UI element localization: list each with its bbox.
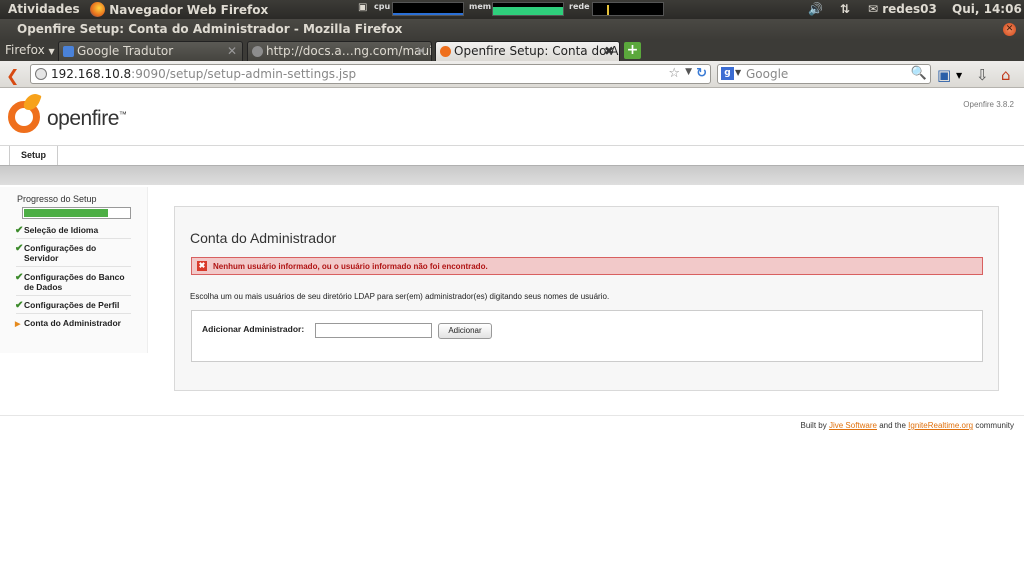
cpu-graph <box>392 2 464 16</box>
new-tab-button[interactable]: + <box>624 42 641 59</box>
volume-icon[interactable]: 🔊 <box>808 2 823 16</box>
bookmark-star-icon[interactable]: ☆ <box>668 66 680 81</box>
checkmark-icon: ✔ <box>15 272 24 283</box>
clock[interactable]: Qui, 14:06 <box>952 2 1022 16</box>
back-arrow-icon[interactable]: ❮ <box>6 66 19 85</box>
tab-label: Openfire Setup: Conta do A… <box>454 44 620 58</box>
cpu-label: cpu <box>374 2 391 11</box>
setup-progress-bar <box>22 207 131 219</box>
downloads-icon[interactable]: ⇩ <box>976 66 989 84</box>
tab-google-tradutor[interactable]: Google Tradutor ✕ <box>58 41 243 61</box>
bookmarks-icon[interactable]: ▣ <box>937 66 951 84</box>
chevron-down-icon[interactable]: ▼ <box>735 68 741 77</box>
activities-button[interactable]: Atividades <box>8 2 80 16</box>
user-menu[interactable]: ✉ redes03 <box>868 2 937 16</box>
firefox-menu-button[interactable]: Firefox ▼ <box>5 43 55 57</box>
mem-label: mem <box>469 2 492 11</box>
tab-label: Google Tradutor <box>77 44 174 58</box>
step-profile: ✔ Configurações de Perfil <box>15 300 131 314</box>
monitor-icon: ▣ <box>358 2 368 13</box>
reload-icon[interactable]: ↻ <box>696 66 707 81</box>
add-button[interactable]: Adicionar <box>438 323 492 339</box>
url-path: :9090/setup/setup-admin-settings.jsp <box>131 67 357 81</box>
close-tab-icon[interactable]: ✕ <box>416 44 426 58</box>
error-icon: ✖ <box>197 261 207 271</box>
admin-account-panel: Conta do Administrador ✖ Nenhum usuário … <box>174 206 999 391</box>
page-icon <box>252 46 263 57</box>
checkmark-icon: ✔ <box>15 300 24 311</box>
subnav-band <box>0 165 1024 185</box>
add-admin-form: Adicionar Administrador: Adicionar <box>191 310 983 362</box>
search-icon[interactable]: 🔍 <box>911 66 927 81</box>
url-bar[interactable]: 192.168.10.8:9090/setup/setup-admin-sett… <box>30 64 711 84</box>
app-name: Navegador Web Firefox <box>109 3 269 17</box>
top-panel: Atividades Navegador Web Firefox ▣ cpu m… <box>0 0 1024 19</box>
main-tabs: Setup <box>0 145 1024 166</box>
step-database: ✔ Configurações do Banco de Dados <box>15 272 131 296</box>
jive-software-link[interactable]: Jive Software <box>829 421 877 430</box>
tab-openfire-setup[interactable]: Openfire Setup: Conta do A… ✖ <box>435 41 620 61</box>
net-label: rede <box>569 2 590 11</box>
tab-setup[interactable]: Setup <box>9 146 59 166</box>
error-message: ✖ Nenhum usuário informado, ou o usuário… <box>191 257 983 275</box>
instructions-text: Escolha um ou mais usuários de seu diret… <box>190 292 610 301</box>
current-step-arrow-icon: ▶ <box>15 321 21 328</box>
site-identity-icon[interactable] <box>35 68 47 80</box>
chat-icon: ✉ <box>868 2 879 16</box>
step-admin-account: ▶ Conta do Administrador <box>15 318 121 328</box>
ignite-realtime-link[interactable]: IgniteRealtime.org <box>908 421 973 430</box>
version-label: Openfire 3.8.2 <box>963 100 1014 109</box>
checkmark-icon: ✔ <box>15 225 24 236</box>
navigation-bar: ❮ 192.168.10.8:9090/setup/setup-admin-se… <box>0 61 1024 88</box>
openfire-favicon-icon <box>440 46 451 57</box>
openfire-logo-text: openfire™ <box>47 107 127 130</box>
chevron-down-icon: ▼ <box>48 47 55 56</box>
footer: Built by Jive Software and the IgniteRea… <box>0 415 1024 430</box>
close-tab-icon[interactable]: ✕ <box>227 44 237 58</box>
google-translate-icon <box>63 46 74 57</box>
search-bar[interactable]: g ▼ Google 🔍 <box>717 64 931 84</box>
close-tab-icon[interactable]: ✖ <box>604 44 614 58</box>
progress-fill <box>24 209 108 217</box>
search-placeholder: Google <box>746 67 789 81</box>
net-graph <box>592 2 664 16</box>
url-host: 192.168.10.8 <box>51 67 132 81</box>
chevron-down-icon[interactable]: ▼ <box>956 71 962 80</box>
tab-docs[interactable]: http://docs.a…ng.com/maui/ ✕ <box>247 41 432 61</box>
step-server: ✔ Configurações do Servidor <box>15 243 131 267</box>
admin-username-input[interactable] <box>315 323 432 338</box>
sidebar-title: Progresso do Setup <box>17 194 97 204</box>
checkmark-icon: ✔ <box>15 243 24 254</box>
add-admin-label: Adicionar Administrador: <box>202 324 305 334</box>
footer-text: Built by Jive Software and the IgniteRea… <box>800 421 1014 430</box>
home-icon[interactable]: ⌂ <box>1001 66 1011 84</box>
window-title: Openfire Setup: Conta do Administrador -… <box>17 22 403 36</box>
chevron-down-icon[interactable]: ▼ <box>685 67 692 77</box>
google-engine-icon[interactable]: g <box>721 67 734 80</box>
page-content: openfire™ Openfire 3.8.2 Setup Progresso… <box>0 89 1024 575</box>
firefox-logo-icon <box>90 2 105 17</box>
tab-strip: Firefox ▼ Google Tradutor ✕ http://docs.… <box>0 40 1024 61</box>
mem-graph <box>492 2 564 16</box>
step-language: ✔ Seleção de Idioma <box>15 225 131 239</box>
close-icon[interactable]: ✕ <box>1003 23 1016 36</box>
network-icon[interactable]: ⇅ <box>840 2 850 16</box>
page-title: Conta do Administrador <box>190 230 337 246</box>
setup-sidebar: Progresso do Setup ✔ Seleção de Idioma ✔… <box>0 187 148 353</box>
window-titlebar: Openfire Setup: Conta do Administrador -… <box>0 19 1024 40</box>
app-menu[interactable]: Navegador Web Firefox <box>90 2 268 17</box>
tab-label: http://docs.a…ng.com/maui/ <box>266 44 432 58</box>
user-name: redes03 <box>882 2 937 16</box>
